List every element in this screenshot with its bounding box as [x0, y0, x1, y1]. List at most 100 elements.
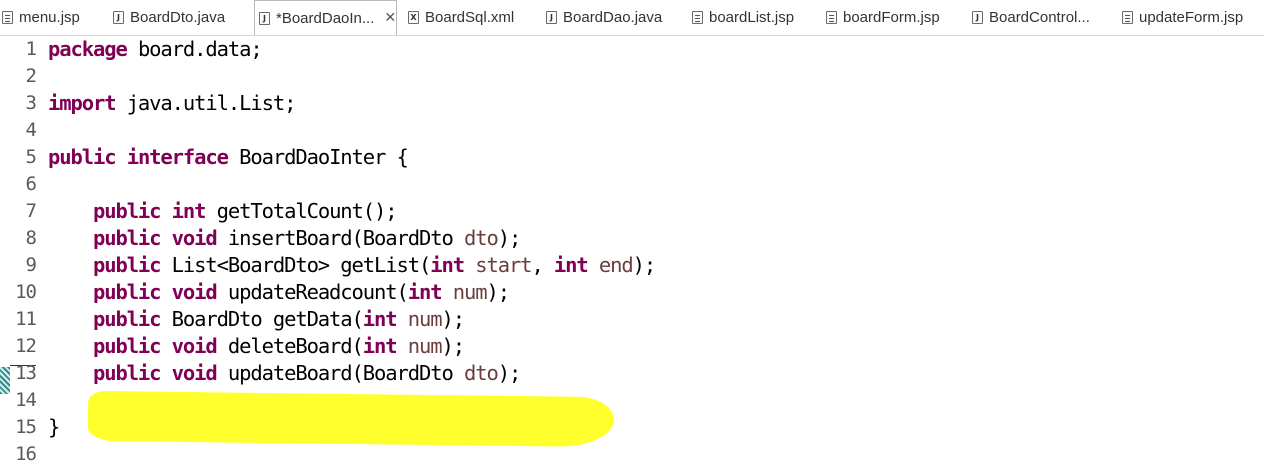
parameter-token: dto — [463, 361, 499, 385]
code-line[interactable]: 8 public void insertBoard(BoardDto dto); — [0, 225, 1264, 252]
code-editor[interactable]: 1 package board.data; 2 3 import java.util.L… — [0, 36, 1264, 465]
code-token: updateBoard(BoardDto — [216, 361, 464, 385]
code-text: public interface BoardDaoInter { — [48, 144, 409, 171]
code-token: ); — [497, 361, 522, 385]
line-number: 11 — [15, 308, 37, 330]
keyword-token: public — [92, 307, 162, 331]
code-text: public List<BoardDto> getList(int start,… — [48, 252, 657, 279]
tab-label: BoardSql.xml — [425, 9, 515, 26]
parameter-token: end — [598, 253, 634, 277]
parameter-token: num — [407, 307, 443, 331]
keyword-token: int — [171, 199, 207, 223]
keyword-token: void — [171, 361, 218, 385]
tab-updateform-jsp[interactable]: updateForm.jsp — [1122, 0, 1243, 35]
code-line[interactable]: 13 public void updateBoard(BoardDto dto)… — [0, 360, 1264, 387]
code-token: ); — [632, 253, 657, 277]
code-text: package board.data; — [48, 36, 263, 63]
code-text: public void updateReadcount(int num); — [48, 279, 510, 306]
code-token: } — [48, 415, 60, 439]
code-line[interactable]: 12 public void deleteBoard(int num); — [0, 333, 1264, 360]
close-tab-icon[interactable]: ✕ — [384, 10, 396, 26]
code-line[interactable]: 9 public List<BoardDto> getList(int star… — [0, 252, 1264, 279]
code-line[interactable]: 3 import java.util.List; — [0, 90, 1264, 117]
code-line[interactable]: 2 — [0, 63, 1264, 90]
tab-boardform-jsp[interactable]: boardForm.jsp — [826, 0, 940, 35]
code-token: deleteBoard( — [216, 334, 364, 358]
code-token: , — [531, 253, 554, 277]
code-line[interactable]: 14 — [0, 387, 1264, 414]
line-number: 9 — [25, 254, 37, 276]
line-number: 10 — [15, 281, 37, 303]
keyword-token: public — [92, 361, 162, 385]
line-number: 7 — [25, 200, 37, 222]
code-text: public int getTotalCount(); — [48, 198, 398, 225]
java-file-icon: J — [972, 11, 983, 24]
code-token: ); — [441, 307, 466, 331]
parameter-token: start — [475, 253, 532, 277]
code-token: List<BoardDto> getList( — [160, 253, 432, 277]
keyword-token: int — [553, 253, 589, 277]
tab-boardcontrol[interactable]: J BoardControl... — [972, 0, 1090, 35]
code-line[interactable]: 15} — [0, 414, 1264, 441]
xml-file-icon: X — [408, 11, 419, 24]
line-number: 8 — [25, 227, 37, 249]
code-line[interactable]: 4 — [0, 117, 1264, 144]
code-line[interactable]: 7 public int getTotalCount(); — [0, 198, 1264, 225]
editor-tab-bar: menu.jsp J BoardDto.java J *BoardDaoIn... ✕ X B… — [0, 0, 1264, 36]
line-number: 15 — [15, 416, 37, 438]
keyword-token: package — [48, 37, 128, 61]
tab-label: updateForm.jsp — [1139, 9, 1244, 26]
code-line[interactable]: 10 public void updateReadcount(int num); — [0, 279, 1264, 306]
line-number: 5 — [25, 146, 37, 168]
code-text: } — [48, 414, 60, 441]
jsp-file-icon — [1122, 11, 1133, 24]
tab-boarddaoin[interactable]: J *BoardDaoIn... ✕ — [254, 0, 398, 35]
line-number: 16 — [15, 443, 37, 465]
line-number: 2 — [25, 65, 37, 87]
parameter-token: num — [452, 280, 488, 304]
tab-boarddto-java[interactable]: J BoardDto.java — [113, 0, 225, 35]
tab-boardlist-jsp[interactable]: boardList.jsp — [692, 0, 794, 35]
line-number: 12 — [15, 335, 37, 357]
parameter-token: num — [407, 334, 443, 358]
keyword-token: void — [171, 226, 218, 250]
tab-label: BoardControl... — [989, 9, 1090, 26]
code-line[interactable]: 6 — [0, 171, 1264, 198]
line-number: 13 — [15, 362, 37, 384]
code-line[interactable]: 5 public interface BoardDaoInter { — [0, 144, 1264, 171]
jsp-file-icon — [692, 11, 703, 24]
tab-boarddao-java[interactable]: J BoardDao.java — [546, 0, 662, 35]
java-file-icon: J — [113, 11, 124, 24]
java-file-icon: J — [546, 11, 557, 24]
code-token: ); — [486, 280, 510, 304]
tab-boardsql-xml[interactable]: X BoardSql.xml — [408, 0, 514, 35]
code-text: public void insertBoard(BoardDto dto); — [48, 225, 522, 252]
code-token: BoardDto getData( — [160, 307, 364, 331]
keyword-token: public — [48, 145, 117, 169]
code-token: ); — [497, 226, 522, 250]
keyword-token: public — [92, 280, 162, 304]
code-line[interactable]: 1 package board.data; — [0, 36, 1264, 63]
jsp-file-icon — [826, 11, 837, 24]
tab-label: BoardDto.java — [130, 9, 226, 26]
keyword-token: import — [48, 91, 117, 115]
keyword-token: void — [171, 334, 218, 358]
parameter-token: dto — [463, 226, 499, 250]
code-line[interactable]: 11 public BoardDto getData(int num); — [0, 306, 1264, 333]
keyword-token: int — [430, 253, 465, 277]
keyword-token: public — [92, 199, 162, 223]
code-line[interactable]: 16 — [0, 441, 1264, 468]
jsp-file-icon — [2, 11, 13, 24]
tab-menu-jsp[interactable]: menu.jsp — [2, 0, 80, 35]
